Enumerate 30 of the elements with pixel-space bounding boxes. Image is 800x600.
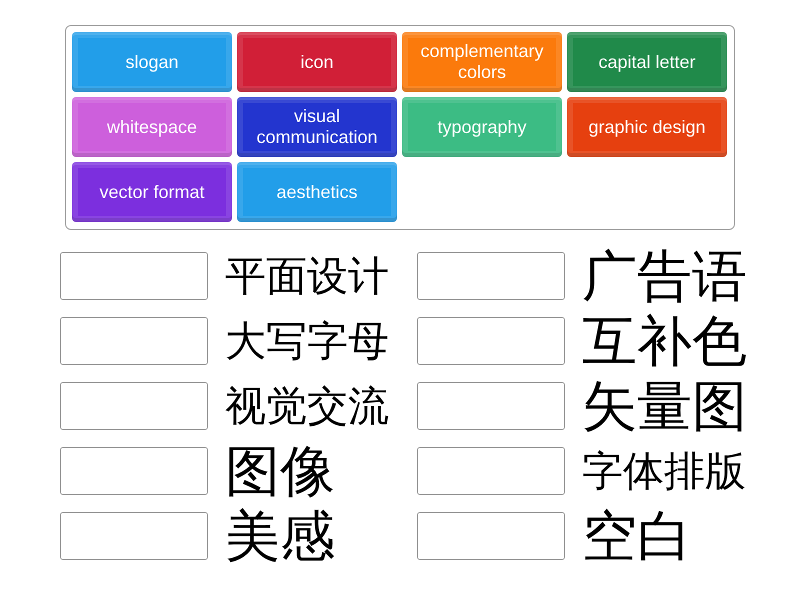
answer-box[interactable] <box>60 382 208 430</box>
answer-box[interactable] <box>60 512 208 560</box>
answer-box[interactable] <box>417 512 565 560</box>
match-text: 空白 <box>582 508 692 564</box>
word-tile[interactable]: capital letter <box>567 32 727 92</box>
word-tile[interactable]: vector format <box>72 162 232 222</box>
answer-box[interactable] <box>417 382 565 430</box>
word-tile[interactable]: visual communication <box>237 97 397 157</box>
word-tile[interactable]: typography <box>402 97 562 157</box>
answer-box[interactable] <box>417 317 565 365</box>
match-text: 视觉交流 <box>225 386 389 426</box>
match-text: 美感 <box>225 508 335 564</box>
word-tile[interactable]: whitespace <box>72 97 232 157</box>
word-tile[interactable]: icon <box>237 32 397 92</box>
answer-box[interactable] <box>417 252 565 300</box>
answer-box[interactable] <box>60 252 208 300</box>
word-tile[interactable]: graphic design <box>567 97 727 157</box>
match-text: 平面设计 <box>225 256 389 296</box>
match-text: 互补色 <box>582 314 747 368</box>
answer-box[interactable] <box>60 447 208 495</box>
word-tile[interactable]: slogan <box>72 32 232 92</box>
match-text: 广告语 <box>582 248 747 304</box>
word-tile[interactable]: complementary colors <box>402 32 562 92</box>
match-text: 大写字母 <box>225 320 389 362</box>
match-text: 字体排版 <box>582 450 746 492</box>
match-text: 图像 <box>225 444 335 498</box>
answer-box[interactable] <box>60 317 208 365</box>
match-text: 矢量图 <box>582 378 747 434</box>
answer-box[interactable] <box>417 447 565 495</box>
word-tile[interactable]: aesthetics <box>237 162 397 222</box>
